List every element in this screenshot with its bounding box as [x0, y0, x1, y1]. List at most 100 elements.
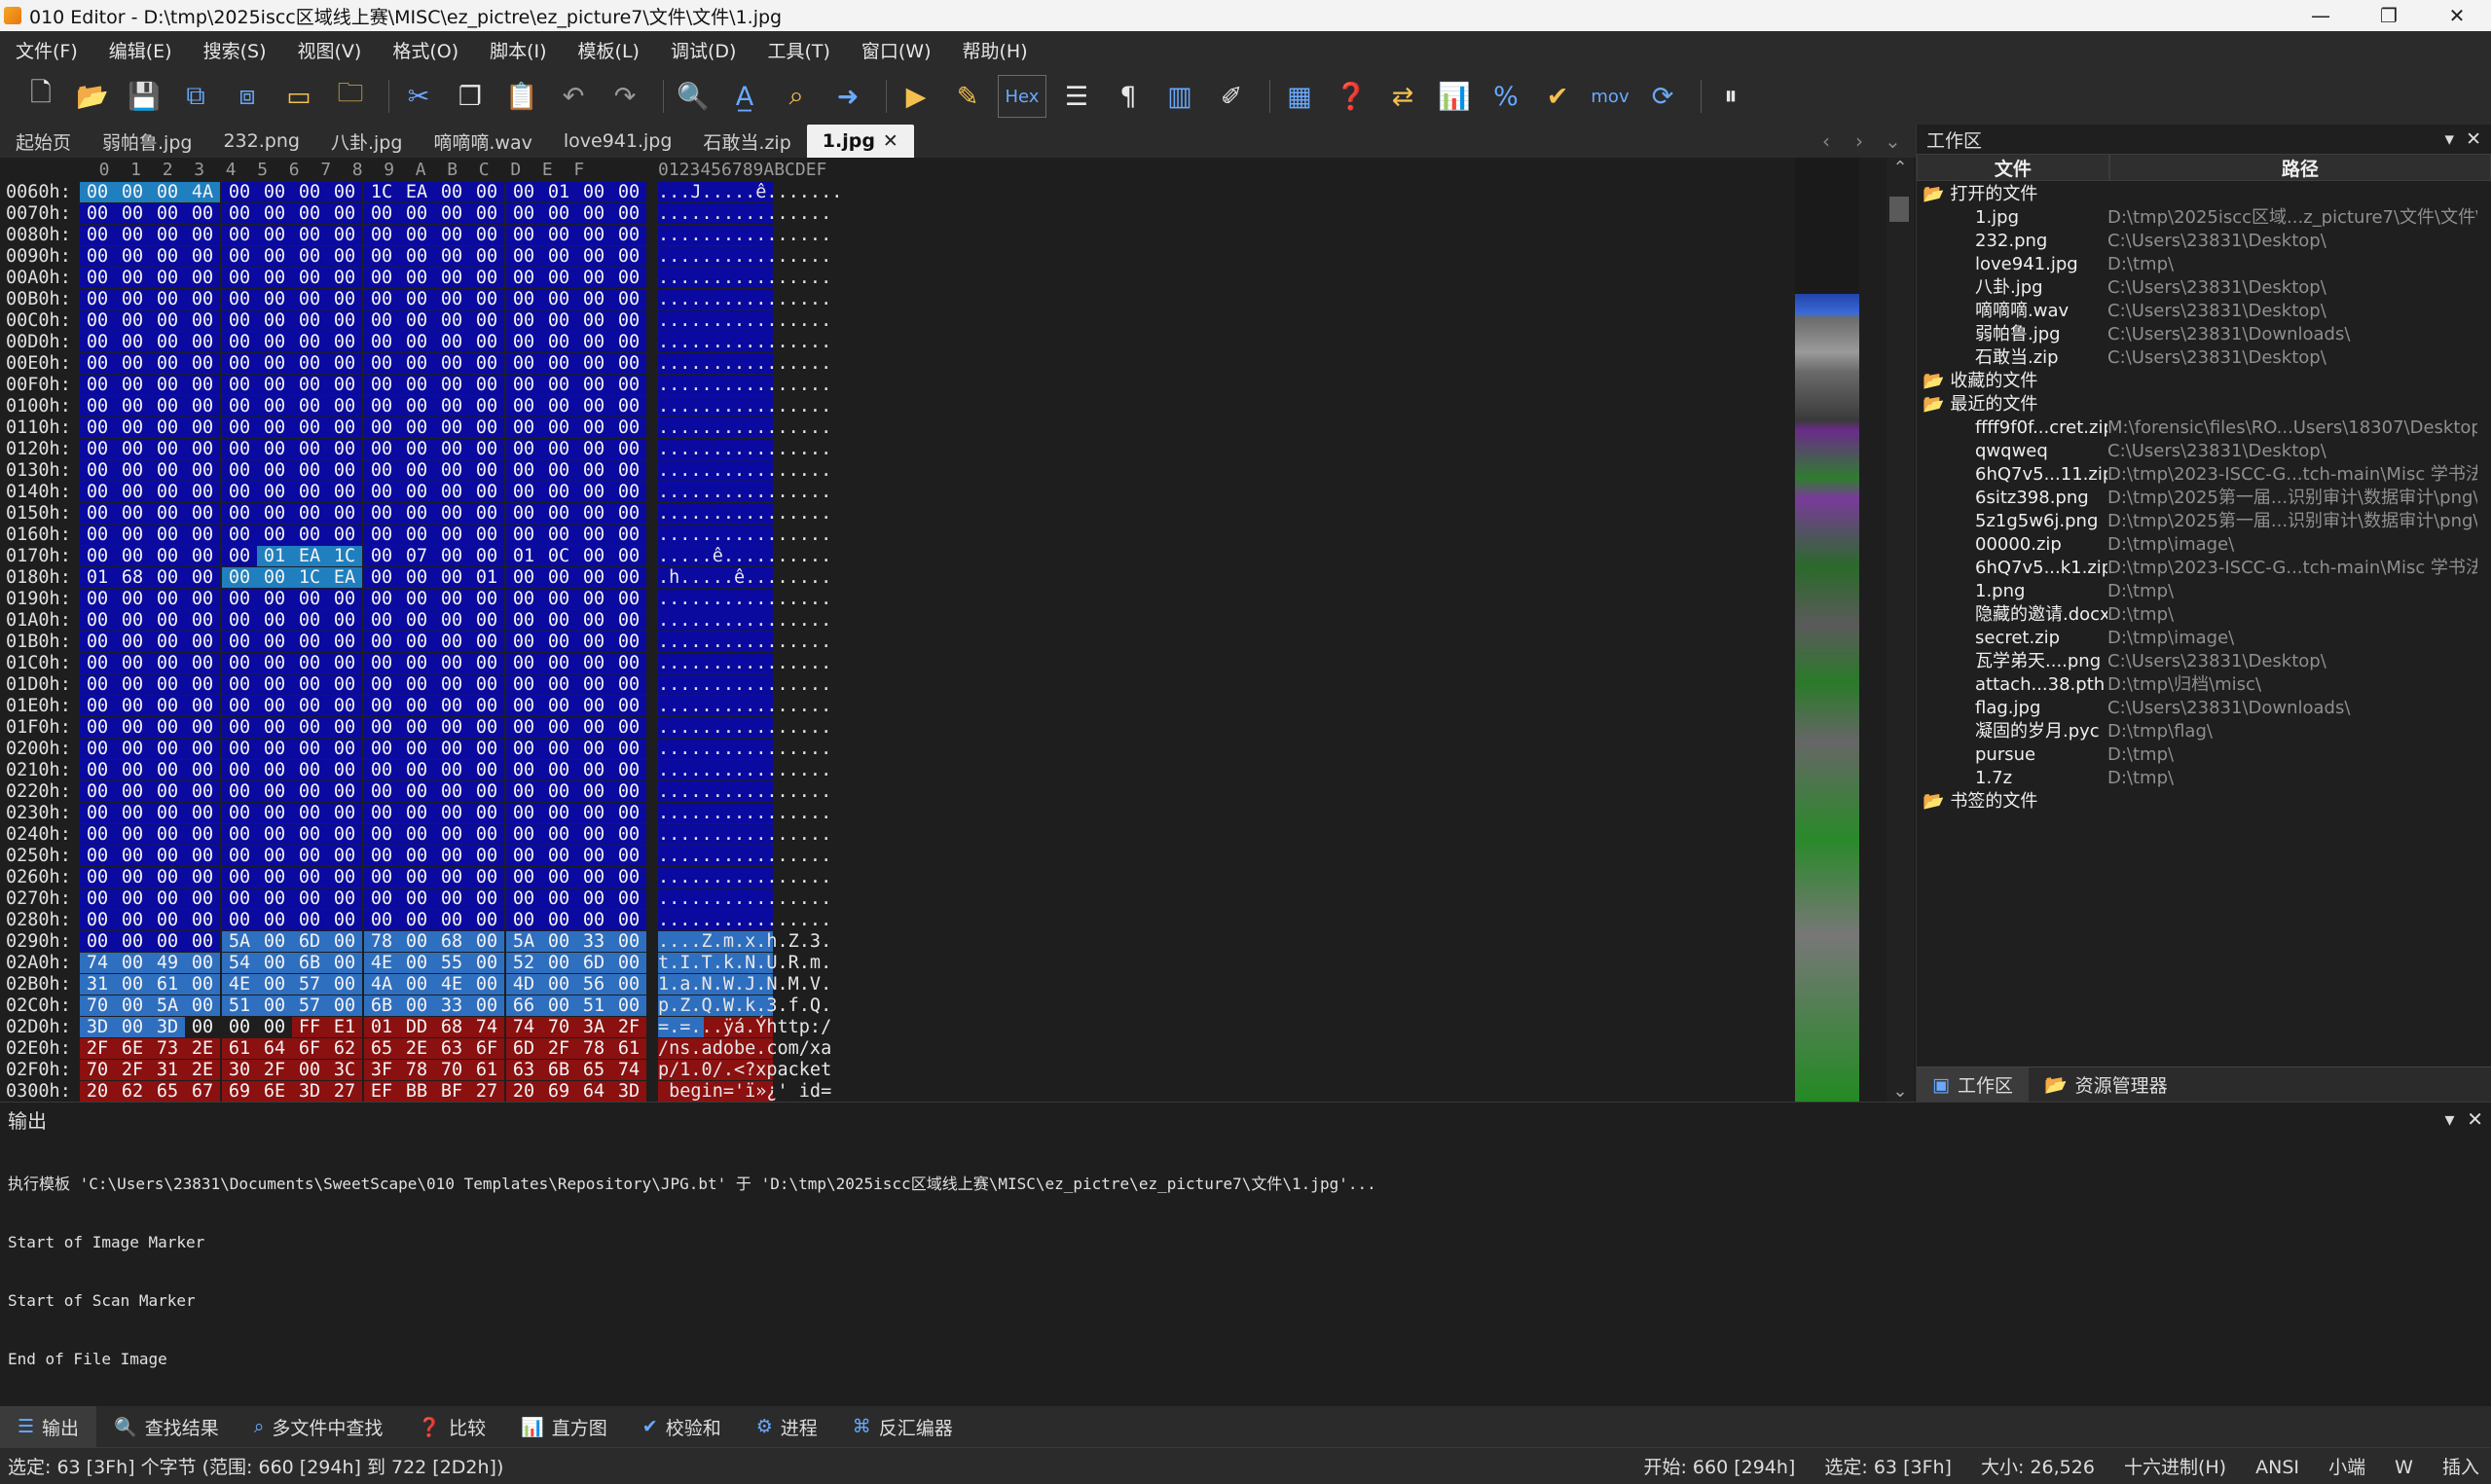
hex-byte[interactable]: 00 [327, 502, 362, 524]
hex-row[interactable]: 0060h: 00 00 00 4A 00 00 00 00 1C EA 00 00 00 01 00 00..… [0, 181, 842, 202]
hex-byte[interactable]: 00 [576, 909, 611, 930]
find-icon[interactable]: 🔍 [672, 75, 714, 118]
panel-menu-icon[interactable]: ▾ [2444, 1107, 2454, 1131]
hex-byte[interactable]: 00 [292, 695, 327, 716]
status-w[interactable]: W [2395, 1457, 2413, 1478]
hex-byte[interactable]: 00 [611, 695, 646, 716]
hex-byte[interactable]: 49 [150, 952, 185, 973]
hex-byte[interactable]: 2E [185, 1037, 220, 1059]
hex-byte[interactable]: 00 [185, 245, 220, 267]
ascii-text[interactable]: begin='ï»¿' id= [658, 1080, 831, 1102]
hex-byte[interactable]: 1C [292, 566, 327, 588]
hex-byte[interactable]: 00 [115, 802, 150, 823]
hex-byte[interactable]: 00 [222, 374, 257, 395]
hex-byte[interactable]: 4A [185, 181, 220, 202]
hex-byte[interactable]: 00 [150, 631, 185, 652]
hex-byte[interactable]: 00 [611, 652, 646, 673]
hex-byte[interactable]: 00 [185, 481, 220, 502]
hex-byte[interactable]: 00 [364, 759, 399, 780]
hex-row[interactable]: 0130h: 00 00 00 00 00 00 00 00 00 00 00 00 00 00 00 00..… [0, 459, 831, 481]
hex-byte[interactable]: 00 [541, 395, 576, 416]
hex-byte[interactable]: E1 [327, 1016, 362, 1037]
hex-byte[interactable]: 00 [292, 588, 327, 609]
hex-byte[interactable]: 00 [327, 459, 362, 481]
hex-row[interactable]: 00A0h: 00 00 00 00 00 00 00 00 00 00 00 00 00 00 00 00..… [0, 267, 831, 288]
hex-byte[interactable]: 00 [434, 374, 469, 395]
hex-byte[interactable]: 00 [399, 202, 434, 224]
tab-checksum[interactable]: ✔ 校验和 [625, 1406, 739, 1447]
hex-byte[interactable]: 00 [185, 973, 220, 995]
tab-file[interactable]: 232.png [207, 125, 314, 158]
hex-byte[interactable]: 00 [576, 545, 611, 566]
hex-byte[interactable]: 00 [185, 202, 220, 224]
hex-row[interactable]: 02A0h: 74 00 49 00 54 00 6B 00 4E 00 55 00 52 00 6D 00 t.… [0, 952, 831, 973]
ascii-text[interactable]: ................ [658, 481, 831, 502]
hex-byte[interactable]: 00 [469, 738, 504, 759]
hex-byte[interactable]: 00 [576, 224, 611, 245]
hex-byte[interactable]: 6B [292, 952, 327, 973]
hex-byte[interactable]: 00 [541, 845, 576, 866]
hex-byte[interactable]: 00 [115, 267, 150, 288]
hex-byte[interactable]: 00 [506, 374, 541, 395]
close-window-button[interactable]: ✕ [2423, 0, 2491, 31]
hex-byte[interactable]: 00 [399, 416, 434, 438]
hex-byte[interactable]: 00 [150, 866, 185, 887]
hex-byte[interactable]: 00 [257, 995, 292, 1016]
hex-byte[interactable]: 00 [257, 416, 292, 438]
compare-icon[interactable]: ⇄ [1381, 75, 1424, 118]
hex-byte[interactable]: 00 [150, 309, 185, 331]
hex-byte[interactable]: 00 [150, 673, 185, 695]
hex-byte[interactable]: 00 [576, 288, 611, 309]
hex-byte[interactable]: 30 [222, 1059, 257, 1080]
hex-byte[interactable]: 00 [257, 588, 292, 609]
hex-byte[interactable]: 00 [434, 716, 469, 738]
hex-byte[interactable]: 00 [364, 524, 399, 545]
ascii-text[interactable]: p.Z.Q.W.k.3.f.Q. [658, 995, 831, 1016]
menu-search[interactable]: 搜索(S) [188, 37, 282, 63]
tree-file-item[interactable]: 6hQ7v5...k1.zip D:\tmp\2023-ISCC-G...tch-… [1917, 557, 2491, 580]
hex-byte[interactable]: 00 [576, 524, 611, 545]
hex-byte[interactable]: 00 [434, 395, 469, 416]
hex-byte[interactable]: 00 [611, 845, 646, 866]
hex-byte[interactable]: 00 [185, 802, 220, 823]
hex-byte[interactable]: 4E [364, 952, 399, 973]
hex-byte[interactable]: 00 [506, 588, 541, 609]
hex-byte[interactable]: 00 [150, 459, 185, 481]
hex-byte[interactable]: 00 [611, 545, 646, 566]
hex-byte[interactable]: 00 [611, 823, 646, 845]
hex-byte[interactable]: 00 [541, 652, 576, 673]
hex-byte[interactable]: 00 [115, 952, 150, 973]
hex-byte[interactable]: 00 [292, 780, 327, 802]
hex-byte[interactable]: 2F [611, 1016, 646, 1037]
hex-byte[interactable]: 00 [506, 738, 541, 759]
hex-row[interactable]: 01E0h: 00 00 00 00 00 00 00 00 00 00 00 00 00 00 00 00..… [0, 695, 831, 716]
hex-byte[interactable]: 00 [576, 716, 611, 738]
hex-byte[interactable]: 00 [292, 224, 327, 245]
hex-byte[interactable]: 55 [434, 952, 469, 973]
hex-byte[interactable]: 00 [222, 181, 257, 202]
hex-byte[interactable]: 00 [292, 416, 327, 438]
run-script-icon[interactable]: ✎ [946, 75, 989, 118]
hex-byte[interactable]: 00 [576, 673, 611, 695]
hex-row[interactable]: 01A0h: 00 00 00 00 00 00 00 00 00 00 00 00 00 00 00 00..… [0, 609, 831, 631]
tree-file-item[interactable]: 石敢当.zip C:\Users\23831\Desktop\ [1917, 346, 2491, 370]
hex-byte[interactable]: 00 [469, 973, 504, 995]
hex-byte[interactable]: 54 [222, 952, 257, 973]
hex-byte[interactable]: 00 [327, 780, 362, 802]
hex-byte[interactable]: 27 [327, 1080, 362, 1102]
hex-byte[interactable]: 00 [611, 438, 646, 459]
hex-byte[interactable]: 00 [576, 738, 611, 759]
hex-byte[interactable]: 00 [327, 673, 362, 695]
hex-byte[interactable]: 00 [611, 909, 646, 930]
hex-byte[interactable]: 00 [506, 502, 541, 524]
hex-byte[interactable]: 00 [327, 759, 362, 780]
hex-byte[interactable]: 00 [364, 716, 399, 738]
hex-byte[interactable]: 00 [506, 609, 541, 631]
hex-byte[interactable]: 00 [222, 288, 257, 309]
tree-file-item[interactable]: 6hQ7v5...11.zip D:\tmp\2023-ISCC-G...tch-… [1917, 463, 2491, 487]
ascii-text[interactable]: ................ [658, 267, 831, 288]
hex-byte[interactable]: 00 [292, 631, 327, 652]
hex-byte[interactable]: 00 [115, 759, 150, 780]
hex-byte[interactable]: 00 [327, 930, 362, 952]
hex-byte[interactable]: 00 [611, 245, 646, 267]
